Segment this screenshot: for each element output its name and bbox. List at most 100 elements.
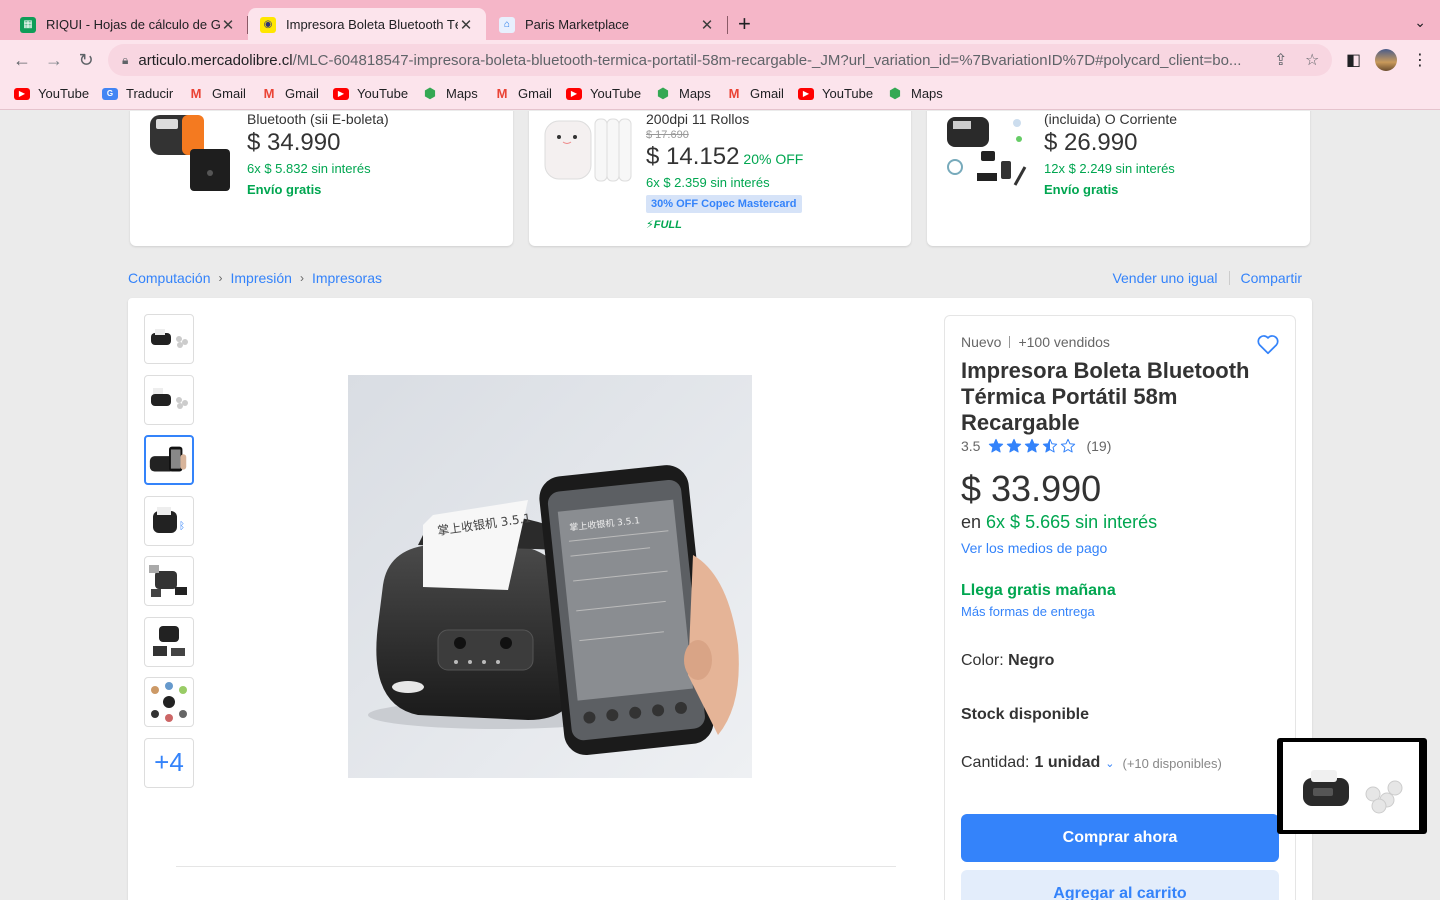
breadcrumb-link[interactable]: Impresoras [312, 270, 382, 286]
gallery-thumbnail[interactable] [144, 314, 194, 364]
recommendation-installments: 6x $ 2.359 sin interés [646, 175, 770, 190]
picture-in-picture-preview[interactable] [1277, 738, 1427, 834]
divider [1009, 336, 1011, 348]
forward-icon[interactable]: → [42, 48, 66, 72]
bookmark-maps[interactable]: ⬢ Maps [655, 85, 711, 101]
close-icon[interactable]: ✕ [699, 16, 715, 34]
bookmark-maps[interactable]: ⬢ Maps [422, 85, 478, 101]
close-icon[interactable]: ✕ [220, 16, 236, 34]
installments-prefix: en [961, 512, 982, 532]
heart-icon[interactable] [1255, 331, 1281, 357]
chevron-down-icon[interactable]: ⌄ [1105, 757, 1114, 770]
buy-now-button[interactable]: Comprar ahora [961, 814, 1279, 862]
breadcrumb-link[interactable]: Impresión [231, 270, 292, 286]
profile-avatar[interactable] [1375, 49, 1397, 71]
product-price: $ 33.990 [961, 468, 1102, 509]
bookmark-gmail[interactable]: M Gmail [494, 86, 552, 101]
chevron-right-icon: › [218, 271, 223, 285]
bookmark-traducir[interactable]: G Traducir [102, 86, 173, 101]
color-selector: Color: Negro [961, 652, 1054, 670]
side-panel-icon[interactable]: ◧ [1346, 50, 1361, 70]
color-value: Negro [1008, 652, 1055, 669]
product-title: Impresora Boleta Bluetooth Térmica Portá… [961, 358, 1250, 435]
browser-toolbar: ← → ↻ 🔒︎ articulo.mercadolibre.cl/MLC-60… [0, 40, 1440, 80]
chevron-down-icon[interactable]: ⌄ [1414, 14, 1426, 31]
quantity-value[interactable]: 1 unidad [1035, 754, 1101, 772]
chevron-right-icon: › [299, 271, 304, 285]
close-icon[interactable]: ✕ [458, 16, 474, 34]
breadcrumb-link[interactable]: Computación [128, 270, 211, 286]
tab-mercadolibre[interactable]: ◉ Impresora Boleta Bluetooth Tér ✕ [248, 8, 486, 41]
recommendation-card[interactable]: 200dpi 11 Rollos $ 17.690 $ 14.152 20% OF… [529, 111, 911, 246]
full-badge: ⚡FULL [646, 218, 803, 231]
sheets-icon: ▦ [20, 16, 36, 33]
bookmark-label: YouTube [590, 86, 642, 101]
recommendation-card[interactable]: (incluida) O Corriente $ 26.990 12x $ 2.… [927, 111, 1310, 246]
bookmark-star-icon[interactable]: ☆ [1305, 50, 1319, 70]
gmail-icon: M [728, 86, 740, 101]
bookmark-youtube[interactable]: ▶ YouTube [14, 86, 89, 101]
gallery-thumbnail[interactable] [144, 677, 194, 727]
bookmark-label: Traducir [126, 86, 174, 101]
lightning-icon: ⚡ [646, 219, 654, 231]
share-icon[interactable]: ⇪ [1274, 50, 1287, 70]
translate-icon: G [102, 87, 118, 100]
recommendation-title: Bluetooth (sii E-boleta) [247, 111, 389, 127]
tab-title: Paris Marketplace [525, 17, 630, 32]
stock-status: Stock disponible [961, 706, 1090, 723]
share-link[interactable]: Compartir [1241, 270, 1302, 286]
delivery-options-link[interactable]: Más formas de entrega [961, 604, 1095, 619]
recommendation-shipping: Envío gratis [247, 182, 322, 197]
price-value: $ 14.152 [646, 143, 740, 170]
bookmarks-bar: ▶ YouTube G Traducir M Gmail M Gmail ▶ YouTub… [0, 80, 1440, 110]
new-tab-icon[interactable]: + [738, 13, 751, 35]
bookmark-youtube[interactable]: ▶ YouTube [566, 86, 641, 101]
tab-sheets[interactable]: ▦ RIQUI - Hojas de cálculo de Go ✕ [8, 8, 248, 41]
discount-label: 20% OFF [743, 151, 804, 167]
product-thumbnail [544, 118, 632, 182]
product-main-image[interactable]: 掌上收银机 3.5.1 掌上收银机 3.5.1 [348, 375, 752, 778]
back-icon[interactable]: ← [10, 48, 34, 72]
gallery-thumbnail[interactable] [144, 556, 194, 606]
gallery-thumbnail[interactable] [144, 375, 194, 425]
review-count[interactable]: (19) [1086, 438, 1111, 454]
tab-separator [727, 16, 728, 34]
reload-icon[interactable]: ↻ [74, 48, 98, 72]
bookmark-gmail[interactable]: M Gmail [261, 86, 319, 101]
address-bar[interactable]: 🔒︎ articulo.mercadolibre.cl/MLC-60481854… [108, 44, 1332, 76]
menu-kebab-icon[interactable]: ⋮ [1412, 50, 1428, 70]
tab-title: RIQUI - Hojas de cálculo de Go [46, 17, 220, 32]
bookmark-youtube[interactable]: ▶ YouTube [798, 86, 873, 101]
gallery-thumbnail[interactable]: ᛒ [144, 496, 194, 546]
sell-similar-link[interactable]: Vender uno igual [1112, 270, 1217, 286]
bookmark-gmail[interactable]: M Gmail [726, 86, 784, 101]
bookmark-youtube[interactable]: ▶ YouTube [333, 86, 408, 101]
gallery-thumbnail-selected[interactable] [144, 435, 194, 485]
svg-text:ᛒ: ᛒ [179, 521, 185, 532]
quantity-label: Cantidad: [961, 754, 1030, 771]
rating[interactable]: 3.5 (19) [961, 438, 1111, 454]
youtube-icon: ▶ [14, 87, 30, 100]
recommendation-price: $ 34.990 [247, 129, 341, 156]
payment-methods-link[interactable]: Ver los medios de pago [961, 540, 1107, 556]
rating-value: 3.5 [961, 438, 981, 454]
gallery-thumbnail[interactable] [144, 617, 194, 667]
tab-title: Impresora Boleta Bluetooth Tér [286, 17, 458, 32]
star-rating [988, 438, 1078, 454]
recommendation-info: Bluetooth (sii E-boleta) $ 34.990 6x $ 5… [247, 111, 389, 197]
bookmark-gmail[interactable]: M Gmail [188, 86, 246, 101]
sold-count: +100 vendidos [1018, 334, 1110, 350]
tab-paris[interactable]: ⌂ Paris Marketplace ✕ [487, 8, 727, 41]
gallery-more-button[interactable]: +4 [144, 738, 194, 788]
quantity-selector[interactable]: Cantidad: 1 unidad ⌄ (+10 disponibles) [961, 754, 1222, 772]
bookmark-maps[interactable]: ⬢ Maps [887, 85, 943, 101]
bookmark-label: Maps [911, 86, 943, 101]
add-to-cart-button[interactable]: Agregar al carrito [961, 870, 1279, 900]
url-text[interactable]: articulo.mercadolibre.cl/MLC-604818547-i… [138, 52, 1253, 69]
recommendation-installments: 6x $ 5.832 sin interés [247, 161, 371, 176]
recommendation-card[interactable]: Bluetooth (sii E-boleta) $ 34.990 6x $ 5… [130, 111, 513, 246]
maps-icon: ⬢ [888, 85, 902, 101]
printer-image [149, 565, 187, 597]
breadcrumb: Computación › Impresión › Impresoras [128, 270, 382, 286]
bookmark-label: YouTube [822, 86, 874, 101]
